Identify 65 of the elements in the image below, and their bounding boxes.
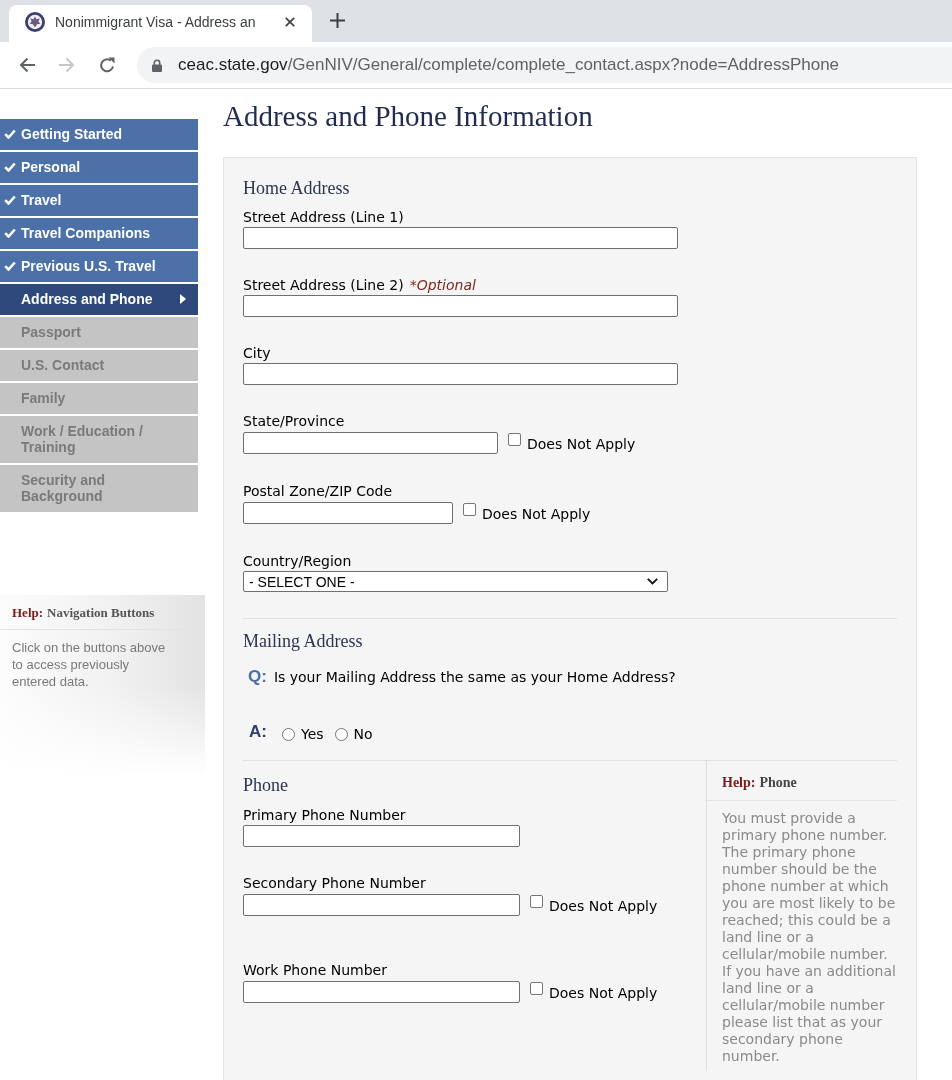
check-icon [4, 162, 16, 172]
field-label: Country/Region [243, 553, 352, 569]
help-title: Phone [759, 774, 797, 792]
input-field[interactable] [243, 363, 678, 385]
caret-right-icon [180, 294, 186, 304]
checkbox[interactable] [508, 433, 521, 446]
sidebar-item[interactable]: Previous U.S. Travel [0, 251, 198, 282]
checkbox-label: Does Not Apply [482, 506, 591, 522]
sidebar-item[interactable]: Travel [0, 185, 198, 216]
field-label: Secondary Phone Number [243, 875, 426, 891]
plus-icon[interactable] [330, 13, 345, 28]
help-title: Navigation Buttons [47, 604, 155, 621]
checkbox[interactable] [530, 895, 543, 908]
section-heading: Mailing Address [243, 630, 364, 652]
field-label: Work Phone Number [243, 962, 387, 978]
country-select[interactable]: - SELECT ONE - [243, 571, 668, 592]
input-field[interactable] [243, 825, 520, 847]
check-icon [4, 195, 16, 205]
input-field[interactable] [243, 502, 453, 524]
page-title: Address and Phone Information [223, 99, 594, 133]
section-heading: Home Address [243, 177, 351, 199]
radio-button[interactable] [334, 727, 348, 741]
input-field[interactable] [243, 432, 498, 454]
sidebar-item[interactable]: Travel Companions [0, 218, 198, 249]
checkbox[interactable] [463, 503, 476, 516]
field-label: City [243, 345, 271, 361]
browser-tab[interactable]: Nonimmigrant Visa - Address an [9, 5, 312, 42]
help-text: You must provide a primary phone number. The primary phone number should be the phone number at which you are most likely to be reached; this could be a land line or a cellular/mobile number. If you have an additional land line or a cellular/mobile number please list that as your secondary phone number. [721, 809, 897, 1065]
chevron-down-icon [647, 578, 658, 585]
check-icon [4, 228, 16, 238]
checkbox[interactable] [530, 982, 543, 995]
question-text: Is your Mailing Address the same as your Home Address? [273, 669, 676, 685]
checkbox-label: Does Not Apply [527, 436, 636, 452]
sidebar-item[interactable]: Getting Started [0, 119, 198, 150]
optional-note: *Optional [409, 277, 476, 293]
field-label: Street Address (Line 1) [243, 209, 404, 225]
checkbox-label: Does Not Apply [549, 898, 658, 914]
help-label: Help: [722, 774, 756, 792]
seal-icon [25, 11, 45, 32]
help-label: Help: [12, 604, 44, 621]
input-field[interactable] [243, 981, 520, 1003]
back-icon[interactable] [19, 57, 35, 73]
section-heading: Phone [243, 774, 289, 796]
input-field[interactable] [243, 227, 678, 249]
lock-icon [152, 58, 162, 72]
answer-marker: A: [249, 722, 267, 742]
close-icon[interactable] [285, 16, 295, 27]
sidebar-item[interactable]: Personal [0, 152, 198, 183]
sidebar-item[interactable]: Address and Phone [0, 284, 198, 315]
check-icon [4, 261, 16, 271]
radio-button[interactable] [281, 727, 295, 741]
address-bar[interactable]: ceac.state.gov/GenNIV/General/complete/complete_contact.aspx?node=AddressPhone [137, 47, 952, 83]
input-field[interactable] [243, 295, 678, 317]
radio-label: No [353, 726, 373, 742]
question-marker: Q: [248, 667, 267, 687]
field-label: State/Province [243, 413, 345, 429]
checkbox-label: Does Not Apply [549, 985, 658, 1001]
check-icon [4, 129, 16, 139]
input-field[interactable] [243, 894, 520, 916]
field-label: Street Address (Line 2) [243, 277, 404, 293]
radio-label: Yes [300, 726, 324, 742]
field-label: Postal Zone/ZIP Code [243, 483, 393, 499]
reload-icon[interactable] [99, 57, 115, 73]
help-text: Click on the buttons above to access previously entered data. [11, 639, 167, 690]
field-label: Primary Phone Number [243, 807, 406, 823]
